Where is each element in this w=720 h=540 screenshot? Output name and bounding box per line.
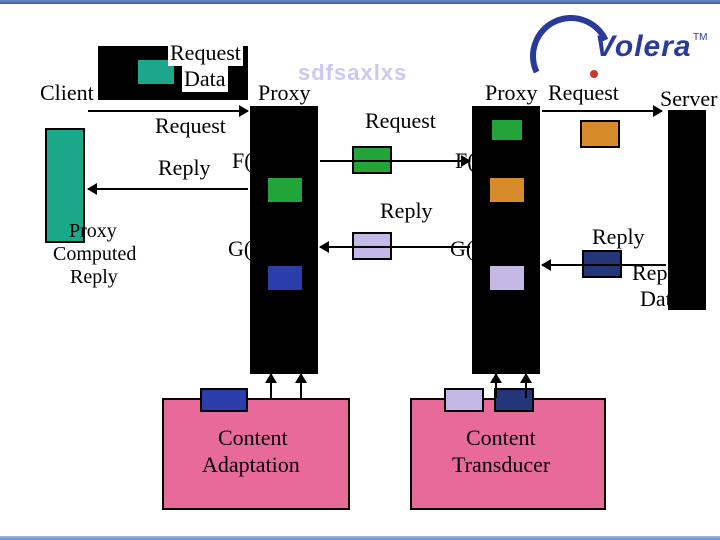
reply-data-2: Data — [640, 286, 682, 312]
request-right: Request — [548, 80, 619, 106]
reply-left: Reply — [158, 155, 211, 181]
ca2: Adaptation — [202, 452, 300, 478]
arrow-client-to-proxy — [88, 110, 248, 112]
ct-swatch1 — [444, 388, 484, 412]
pcr1: Proxy — [69, 220, 117, 243]
proxy-left-label: Proxy — [258, 80, 311, 106]
grep-r: G(rep)= — [450, 236, 521, 262]
pcr2: Computed — [53, 243, 136, 266]
logo: Volera TM — [540, 20, 700, 80]
proxy-right-label: Proxy — [485, 80, 538, 106]
faint-title: sdfsaxlxs — [298, 60, 407, 86]
grep-r-swatch — [488, 264, 526, 292]
arrow-ca-up1 — [270, 374, 272, 398]
reply-mid: Reply — [380, 198, 433, 224]
right-req-swatch — [580, 120, 620, 148]
reply-data-1: Reply — [632, 260, 685, 286]
arrow-proxyR-to-proxyL — [320, 246, 470, 248]
slide: { "logo": { "name": "Volera", "tm": "TM"… — [0, 0, 720, 540]
proxyR-top-swatch — [490, 118, 524, 142]
freq-r: F(req)= — [455, 148, 522, 174]
pcr3: Reply — [70, 266, 118, 289]
logo-text: Volera — [595, 30, 692, 64]
arrow-ct-up1 — [495, 374, 497, 398]
frame-top — [0, 0, 720, 4]
ct1: Content — [466, 425, 536, 451]
server-label: Server — [660, 86, 717, 112]
frame-bottom — [0, 536, 720, 540]
arrow-proxy-to-client — [88, 188, 248, 190]
grep-l: G(rep)= — [228, 236, 299, 262]
ct2: Transducer — [452, 452, 550, 478]
client-label: Client — [40, 80, 94, 106]
request-below: Request — [155, 113, 226, 139]
arrow-proxyR-to-server — [542, 110, 662, 112]
reqdata-l1: Request — [168, 40, 243, 66]
ca-swatch — [200, 388, 248, 412]
reply-right: Reply — [592, 224, 645, 250]
request-mid: Request — [365, 108, 436, 134]
freq-l-swatch — [266, 176, 304, 204]
freq-l: F(req)= — [232, 148, 299, 174]
logo-tm: TM — [693, 32, 707, 43]
ct-swatch2 — [494, 388, 534, 412]
reqdata-l2: Data — [182, 66, 228, 92]
arrow-proxyL-to-proxyR — [320, 160, 470, 162]
ca1: Content — [218, 425, 288, 451]
grep-l-swatch — [266, 264, 304, 292]
freq-r-swatch — [488, 176, 526, 204]
arrow-ca-up2 — [300, 374, 302, 398]
arrow-ct-up2 — [525, 374, 527, 398]
logo-dot — [590, 70, 598, 78]
